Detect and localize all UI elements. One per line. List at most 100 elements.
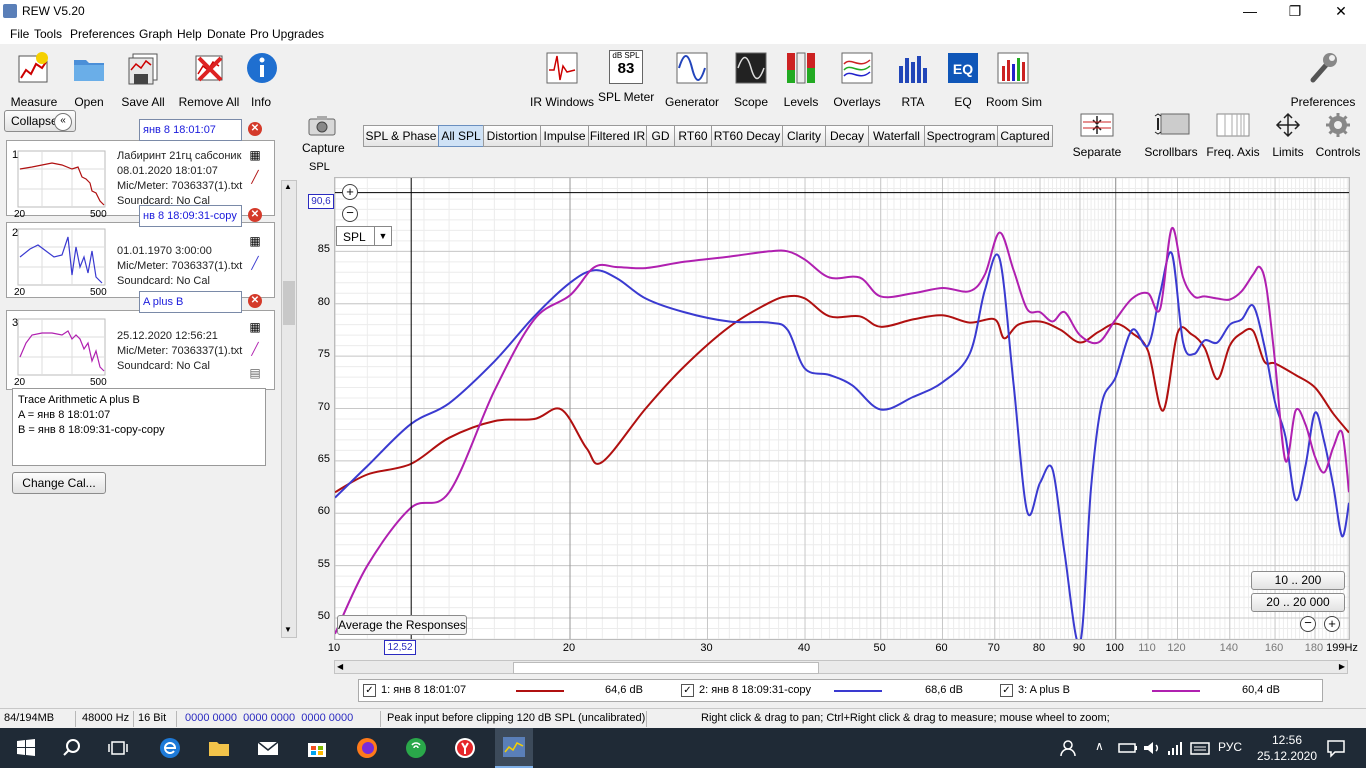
zoom-out-horizontal-icon[interactable]: − <box>1300 616 1316 632</box>
measurement-2-lock-icon[interactable]: ▦ <box>248 234 262 248</box>
panel-scrollbar-thumb[interactable] <box>283 281 295 325</box>
scroll-up-icon[interactable]: ▲ <box>284 182 292 191</box>
room-sim-button[interactable]: Room Sim <box>986 50 1042 109</box>
legend-2-checkbox[interactable]: ✓ <box>681 684 694 697</box>
tab-clarity[interactable]: Clarity <box>782 125 826 147</box>
network-icon[interactable] <box>1164 736 1188 760</box>
average-responses-button[interactable]: Average the Responses <box>337 615 467 635</box>
eq-button[interactable]: EQ EQ <box>944 50 982 109</box>
rta-button[interactable]: RTA <box>894 50 932 109</box>
tab-captured[interactable]: Captured <box>997 125 1053 147</box>
ir-windows-button[interactable]: IR Windows <box>530 50 594 109</box>
tab-distortion[interactable]: Distortion <box>483 125 541 147</box>
close-button[interactable]: ✕ <box>1318 0 1364 24</box>
legend-1-checkbox[interactable]: ✓ <box>363 684 376 697</box>
measurement-item-2[interactable]: 2 20 500 01.01.1970 3:00:00 Mic/Meter: 7… <box>6 222 275 298</box>
measurement-notes[interactable]: Trace Arithmetic A plus B A = янв 8 18:0… <box>12 388 266 466</box>
tab-impulse[interactable]: Impulse <box>540 125 589 147</box>
people-icon[interactable] <box>1058 736 1082 760</box>
menu-help[interactable]: Help <box>177 27 202 41</box>
measurement-3-name[interactable]: A plus B <box>139 291 242 313</box>
levels-button[interactable]: Levels <box>778 50 824 109</box>
mail-icon[interactable] <box>256 736 280 760</box>
measurement-item-3[interactable]: 3 20 500 25.12.2020 12:56:21 Mic/Meter: … <box>6 310 275 390</box>
measurement-3-pen-icon[interactable]: ╱ <box>248 342 262 356</box>
measurement-2-pen-icon[interactable]: ╱ <box>248 256 262 270</box>
measure-button[interactable]: Measure <box>8 50 60 109</box>
tab-filtered-ir[interactable]: Filtered IR <box>588 125 647 147</box>
scrollbars-button[interactable]: Scrollbars <box>1142 112 1200 159</box>
tab-spectrogram[interactable]: Spectrogram <box>924 125 998 147</box>
clock[interactable]: 12:56 25.12.2020 <box>1255 732 1319 764</box>
tab-all-spl[interactable]: All SPL <box>438 125 484 147</box>
chevron-down-icon[interactable]: ▼ <box>374 227 391 245</box>
tab-gd[interactable]: GD <box>646 125 675 147</box>
scroll-right-icon[interactable]: ▶ <box>1339 662 1345 671</box>
menu-pro-upgrades[interactable]: Pro Upgrades <box>250 27 324 41</box>
range-20-20000-button[interactable]: 20 .. 20 000 <box>1251 593 1345 612</box>
remove-all-button[interactable]: Remove All <box>178 50 240 109</box>
restore-button[interactable]: ❐ <box>1272 0 1318 24</box>
open-button[interactable]: Open <box>66 50 112 109</box>
spl-graph[interactable] <box>334 177 1350 646</box>
graph-horizontal-scrollbar[interactable]: ◀ ▶ <box>334 660 1348 674</box>
graph-select[interactable]: SPL ▼ <box>336 226 392 246</box>
separate-button[interactable]: Separate <box>1070 112 1124 159</box>
language-indicator[interactable]: РУС <box>1218 740 1242 754</box>
controls-button[interactable]: Controls <box>1314 112 1362 159</box>
panel-scrollbar[interactable]: ▲ ▼ <box>281 180 297 638</box>
store-icon[interactable] <box>305 736 329 760</box>
search-icon[interactable] <box>60 736 84 760</box>
measurement-1-lock-icon[interactable]: ▦ <box>248 148 262 162</box>
zoom-in-horizontal-icon[interactable]: + <box>1324 616 1340 632</box>
battery-icon[interactable] <box>1116 736 1140 760</box>
task-view-icon[interactable] <box>106 736 130 760</box>
save-all-button[interactable]: Save All <box>118 50 168 109</box>
firefox-icon[interactable] <box>355 736 379 760</box>
freq-axis-button[interactable]: Freq. Axis <box>1206 112 1260 159</box>
info-button[interactable]: Info <box>244 50 278 109</box>
measurement-3-remove-icon[interactable]: ✕ <box>248 294 262 308</box>
generator-button[interactable]: Generator <box>664 50 720 109</box>
measurement-1-pen-icon[interactable]: ╱ <box>248 170 262 184</box>
measurement-2-remove-icon[interactable]: ✕ <box>248 208 262 222</box>
change-cal-button[interactable]: Change Cal... <box>12 472 106 494</box>
spl-graph-plot[interactable] <box>334 177 1350 646</box>
measurement-2-name[interactable]: нв 8 18:09:31-copy <box>139 205 242 227</box>
zoom-in-vertical-icon[interactable]: + <box>342 184 358 200</box>
legend-3-checkbox[interactable]: ✓ <box>1000 684 1013 697</box>
edge-browser-icon[interactable] <box>158 736 182 760</box>
range-10-200-button[interactable]: 10 .. 200 <box>1251 571 1345 590</box>
minimize-button[interactable]: — <box>1227 0 1273 24</box>
scroll-down-icon[interactable]: ▼ <box>284 625 292 634</box>
tab-decay[interactable]: Decay <box>825 125 869 147</box>
measurement-1-name[interactable]: янв 8 18:01:07 <box>139 119 242 141</box>
radio-app-icon[interactable] <box>404 736 428 760</box>
menu-tools[interactable]: Tools <box>34 27 62 41</box>
volume-icon[interactable] <box>1140 736 1164 760</box>
scope-button[interactable]: Scope <box>728 50 774 109</box>
zoom-out-vertical-icon[interactable]: − <box>342 206 358 222</box>
overlays-button[interactable]: Overlays <box>830 50 884 109</box>
tab-rt60-decay[interactable]: RT60 Decay <box>711 125 783 147</box>
measurement-1-remove-icon[interactable]: ✕ <box>248 122 262 136</box>
menu-graph[interactable]: Graph <box>139 27 172 41</box>
limits-button[interactable]: Limits <box>1266 112 1310 159</box>
tab-waterfall[interactable]: Waterfall <box>868 125 925 147</box>
menu-donate[interactable]: Donate <box>207 27 246 41</box>
measurement-3-notes-icon[interactable]: ▤ <box>248 366 262 380</box>
tray-expand-icon[interactable]: ∧ <box>1095 739 1104 753</box>
measurement-3-lock-icon[interactable]: ▦ <box>248 320 262 334</box>
collapse-button[interactable]: Collapse « <box>4 110 76 132</box>
menu-file[interactable]: File <box>10 27 29 41</box>
yandex-browser-icon[interactable] <box>453 736 477 760</box>
capture-button[interactable]: Capture <box>302 114 345 155</box>
spl-meter-button[interactable]: dB SPL 83 SPL Meter <box>598 50 654 104</box>
tab-rt60[interactable]: RT60 <box>674 125 712 147</box>
preferences-button[interactable]: Preferences <box>1290 50 1356 109</box>
rew-taskbar-button[interactable] <box>495 728 533 768</box>
tab-spl-phase[interactable]: SPL & Phase <box>363 125 439 147</box>
keyboard-icon[interactable] <box>1188 736 1212 760</box>
notifications-icon[interactable] <box>1324 736 1348 760</box>
menu-preferences[interactable]: Preferences <box>70 27 135 41</box>
